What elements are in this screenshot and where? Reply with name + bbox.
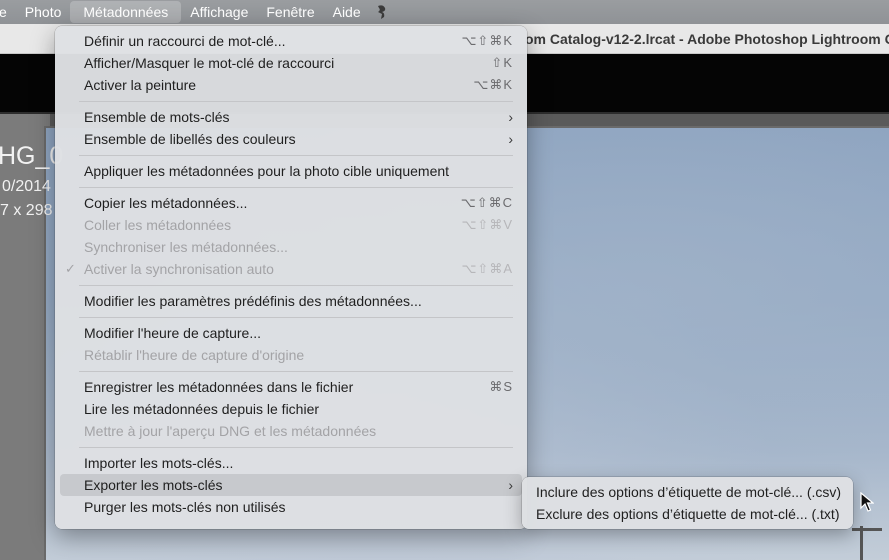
menu-bar-item-window[interactable]: Fenêtre [257, 0, 323, 24]
menu-item-shortcut: ⌥⇧⌘C [460, 195, 513, 210]
metadata-menu: Définir un raccourci de mot-clé... ⌥⇧⌘K … [55, 26, 527, 529]
menu-item-auto-sync[interactable]: ✓ Activer la synchronisation auto ⌥⇧⌘A [60, 258, 522, 280]
menu-item-shortcut: ⌥⇧⌘K [461, 33, 513, 48]
menu-item-label: Enregistrer les métadonnées dans le fich… [84, 379, 354, 395]
menu-separator [79, 285, 513, 286]
menu-item-color-label-set[interactable]: Ensemble de libellés des couleurs › [60, 128, 522, 150]
menu-bar-item-edit[interactable]: e [0, 0, 16, 24]
menu-item-label: Coller les métadonnées [84, 217, 232, 233]
checkmark-icon: ✓ [65, 261, 76, 276]
menu-item-label: Importer les mots-clés... [84, 455, 234, 471]
menu-item-label: Ensemble de libellés des couleurs [84, 131, 296, 147]
menu-item-enable-painting[interactable]: Activer la peinture ⌥⌘K [60, 74, 522, 96]
menu-item-shortcut: ⌥⌘K [473, 77, 513, 92]
chevron-right-icon: › [508, 477, 513, 493]
mouse-cursor-icon [860, 492, 874, 512]
menu-item-label: Modifier l'heure de capture... [84, 325, 261, 341]
menu-separator [79, 155, 513, 156]
menu-item-label: Afficher/Masquer le mot-clé de raccourci [84, 55, 335, 71]
menu-item-label: Mettre à jour l'aperçu DNG et les métado… [84, 423, 377, 439]
menu-item-label: Définir un raccourci de mot-clé... [84, 33, 286, 49]
photo-info-dimensions: 7 x 298 [0, 202, 53, 219]
menu-item-revert-capture-time[interactable]: Rétablir l'heure de capture d'origine [60, 344, 522, 366]
submenu-item-include-csv[interactable]: Inclure des options d’étiquette de mot-c… [522, 481, 853, 503]
menu-separator [79, 101, 513, 102]
menu-bar-item-photo[interactable]: Photo [16, 0, 71, 24]
menu-item-paste-metadata[interactable]: Coller les métadonnées ⌥⇧⌘V [60, 214, 522, 236]
menu-item-edit-metadata-presets[interactable]: Modifier les paramètres prédéfinis des m… [60, 290, 522, 312]
menu-item-label: Exporter les mots-clés [84, 477, 223, 493]
menu-item-shortcut: ⇧K [491, 55, 513, 70]
photo-info-filename: HG_0 [0, 142, 64, 170]
menu-item-label: Purger les mots-clés non utilisés [84, 499, 286, 515]
photo-lamp-arm [852, 528, 882, 531]
menu-item-purge-unused-keywords[interactable]: Purger les mots-clés non utilisés [60, 496, 522, 518]
submenu-item-exclude-txt[interactable]: Exclure des options d’étiquette de mot-c… [522, 503, 853, 525]
photo-info-date: 0/2014 [2, 178, 51, 195]
photo-lamp-post [860, 526, 863, 560]
menu-item-update-dng-preview[interactable]: Mettre à jour l'aperçu DNG et les métado… [60, 420, 522, 442]
menu-bar-item-metadata[interactable]: Métadonnées [70, 1, 182, 23]
menu-item-toggle-keyword-shortcut[interactable]: Afficher/Masquer le mot-clé de raccourci… [60, 52, 522, 74]
menu-item-label: Copier les métadonnées... [84, 195, 248, 211]
menu-item-label: Activer la peinture [84, 77, 197, 93]
menu-item-label: Modifier les paramètres prédéfinis des m… [84, 293, 422, 309]
menu-item-copy-metadata[interactable]: Copier les métadonnées... ⌥⇧⌘C [60, 192, 522, 214]
export-keywords-submenu: Inclure des options d’étiquette de mot-c… [522, 477, 853, 529]
window-title: om Catalog-v12-2.lrcat - Adobe Photoshop… [525, 31, 889, 47]
menu-item-label: Activer la synchronisation auto [84, 261, 274, 277]
menu-item-label: Synchroniser les métadonnées... [84, 239, 288, 255]
chevron-right-icon: › [508, 131, 513, 147]
menu-item-label: Lire les métadonnées depuis le fichier [84, 401, 320, 417]
menu-separator [79, 447, 513, 448]
menu-item-import-keywords[interactable]: Importer les mots-clés... [60, 452, 522, 474]
script-icon[interactable] [374, 4, 390, 20]
menu-bar-item-view[interactable]: Affichage [181, 0, 257, 24]
menu-separator [79, 187, 513, 188]
menu-item-read-metadata-from-file[interactable]: Lire les métadonnées depuis le fichier [60, 398, 522, 420]
menu-separator [79, 317, 513, 318]
menu-item-shortcut: ⌥⇧⌘V [461, 217, 513, 232]
menu-item-edit-capture-time[interactable]: Modifier l'heure de capture... [60, 322, 522, 344]
menu-item-label: Ensemble de mots-clés [84, 109, 230, 125]
menu-item-shortcut: ⌥⇧⌘A [461, 261, 513, 276]
menu-separator [79, 371, 513, 372]
menu-bar: e Photo Métadonnées Affichage Fenêtre Ai… [0, 0, 889, 24]
menu-item-label: Appliquer les métadonnées pour la photo … [84, 163, 450, 179]
chevron-right-icon: › [508, 109, 513, 125]
menu-item-apply-target-only[interactable]: Appliquer les métadonnées pour la photo … [60, 160, 522, 182]
menu-item-label: Rétablir l'heure de capture d'origine [84, 347, 305, 363]
menu-item-keyword-set[interactable]: Ensemble de mots-clés › [60, 106, 522, 128]
menu-item-export-keywords[interactable]: Exporter les mots-clés › [60, 474, 522, 496]
menu-item-sync-metadata[interactable]: Synchroniser les métadonnées... [60, 236, 522, 258]
menu-item-shortcut: ⌘S [489, 379, 513, 394]
menu-bar-item-help[interactable]: Aide [324, 0, 370, 24]
menu-item-save-metadata-to-file[interactable]: Enregistrer les métadonnées dans le fich… [60, 376, 522, 398]
menu-item-set-keyword-shortcut[interactable]: Définir un raccourci de mot-clé... ⌥⇧⌘K [60, 30, 522, 52]
